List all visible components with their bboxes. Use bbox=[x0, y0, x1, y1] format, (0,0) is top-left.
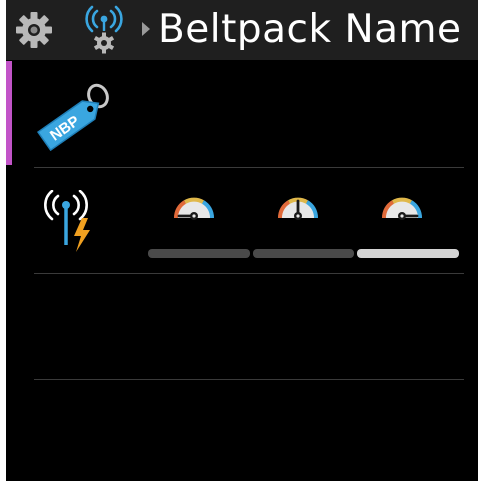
header-bar: Beltpack Name bbox=[6, 0, 478, 60]
signal-level-row[interactable] bbox=[6, 168, 478, 273]
beltpack-screen: Beltpack Name NBP bbox=[6, 0, 478, 481]
breadcrumb-arrow-icon bbox=[142, 22, 150, 36]
signal-power-icon bbox=[44, 190, 90, 252]
empty-row bbox=[6, 274, 478, 380]
gauge-high-icon[interactable] bbox=[380, 186, 424, 226]
wireless-settings-icon[interactable] bbox=[78, 5, 130, 55]
beltpack-name-row[interactable]: NBP bbox=[6, 61, 478, 167]
page-title: Beltpack Name bbox=[158, 7, 462, 52]
level-segment-medium[interactable] bbox=[253, 249, 354, 258]
gauge-low-icon[interactable] bbox=[172, 186, 216, 226]
level-segment-high-selected[interactable] bbox=[357, 249, 459, 258]
gauge-medium-icon[interactable] bbox=[276, 186, 320, 226]
row-divider bbox=[34, 379, 464, 380]
level-segment-low[interactable] bbox=[148, 249, 250, 258]
name-tag-icon: NBP bbox=[36, 83, 109, 152]
empty-row bbox=[6, 381, 478, 481]
gear-icon[interactable] bbox=[15, 11, 53, 49]
